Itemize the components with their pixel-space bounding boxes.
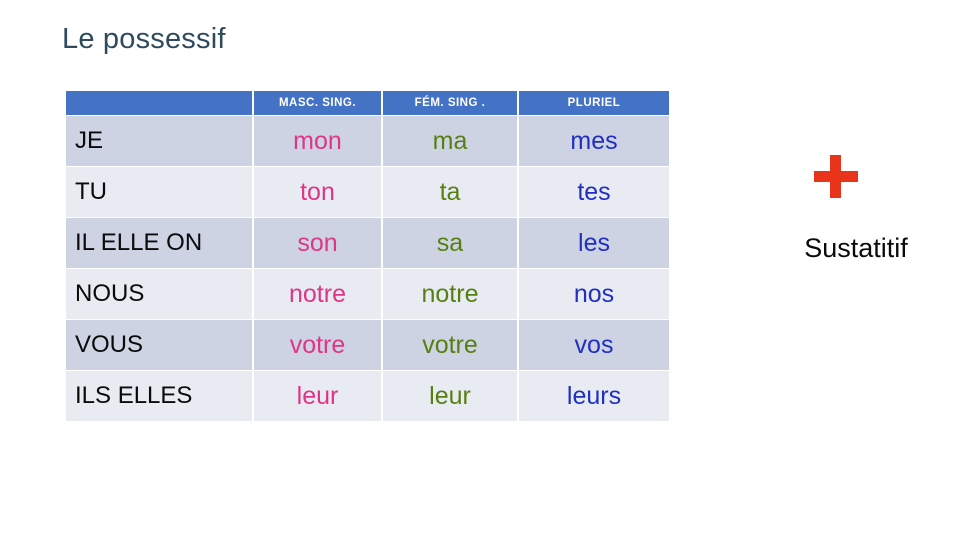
cell-feminine-singular: votre: [383, 320, 517, 370]
cell-feminine-singular: sa: [383, 218, 517, 268]
table-row: JE mon ma mes: [66, 116, 669, 166]
cell-plural: nos: [519, 269, 669, 319]
cell-pronoun: NOUS: [66, 269, 252, 319]
cell-feminine-singular: leur: [383, 371, 517, 421]
cell-masculine-singular: mon: [254, 116, 381, 166]
slide-canvas: Le possessif MASC. SING. FÉM. SING . PLU…: [0, 0, 960, 540]
table-row: IL ELLE ON son sa les: [66, 218, 669, 268]
cell-feminine-singular: ta: [383, 167, 517, 217]
cell-pronoun: ILS ELLES: [66, 371, 252, 421]
cell-plural: tes: [519, 167, 669, 217]
plus-icon-vertical-bar: [830, 155, 841, 198]
cell-feminine-singular: ma: [383, 116, 517, 166]
cell-pronoun: VOUS: [66, 320, 252, 370]
table-header: MASC. SING. FÉM. SING . PLURIEL: [66, 91, 669, 115]
column-header-feminine-singular: FÉM. SING .: [383, 91, 517, 115]
cell-pronoun: TU: [66, 167, 252, 217]
table-header-row: MASC. SING. FÉM. SING . PLURIEL: [66, 91, 669, 115]
table-row: NOUS notre notre nos: [66, 269, 669, 319]
column-header-pronoun: [66, 91, 252, 115]
cell-plural: les: [519, 218, 669, 268]
possessive-adjectives-table: MASC. SING. FÉM. SING . PLURIEL JE mon m…: [64, 90, 671, 422]
page-title: Le possessif: [62, 23, 226, 55]
cell-masculine-singular: son: [254, 218, 381, 268]
table-row: TU ton ta tes: [66, 167, 669, 217]
cell-pronoun: JE: [66, 116, 252, 166]
cell-masculine-singular: ton: [254, 167, 381, 217]
table-row: VOUS votre votre vos: [66, 320, 669, 370]
cell-plural: leurs: [519, 371, 669, 421]
cell-pronoun: IL ELLE ON: [66, 218, 252, 268]
cell-plural: vos: [519, 320, 669, 370]
cell-feminine-singular: notre: [383, 269, 517, 319]
plus-icon: [806, 146, 866, 206]
cell-masculine-singular: notre: [254, 269, 381, 319]
column-header-masculine-singular: MASC. SING.: [254, 91, 381, 115]
noun-label: Sustatitif: [804, 233, 908, 263]
table-body: JE mon ma mes TU ton ta tes IL ELLE ON s…: [66, 116, 669, 421]
cell-plural: mes: [519, 116, 669, 166]
table-row: ILS ELLES leur leur leurs: [66, 371, 669, 421]
cell-masculine-singular: leur: [254, 371, 381, 421]
cell-masculine-singular: votre: [254, 320, 381, 370]
column-header-plural: PLURIEL: [519, 91, 669, 115]
